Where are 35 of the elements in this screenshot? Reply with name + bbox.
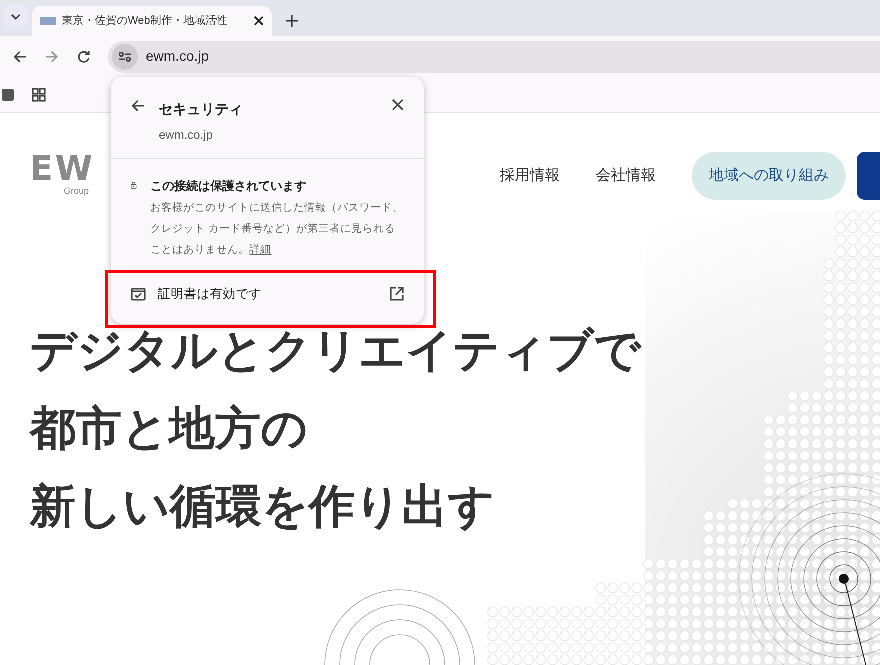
details-link[interactable]: 詳細 [250, 244, 272, 256]
popup-domain: ewm.co.jp [159, 127, 214, 144]
certificate-icon [131, 288, 146, 301]
back-icon[interactable] [131, 99, 145, 113]
address-field[interactable]: ewm.co.jp [146, 46, 210, 67]
connection-heading: この接続は保護されています [150, 178, 308, 195]
browser-tab[interactable]: 東京・佐賀のWeb制作・地域活性 [32, 6, 272, 36]
certificate-row[interactable]: 証明書は有効です [111, 271, 424, 324]
logo-text: EW [30, 153, 95, 186]
reload-icon[interactable] [77, 50, 91, 64]
forward-icon[interactable] [45, 50, 59, 64]
contact-button[interactable] [857, 152, 880, 200]
headline-text: デジタルとクリエイティブで [30, 323, 643, 378]
tab-list-button[interactable] [4, 4, 28, 30]
back-icon[interactable] [13, 50, 27, 64]
square-icon[interactable] [2, 88, 14, 100]
headline-text: 都市と地方の [30, 401, 309, 456]
external-link-icon [390, 287, 404, 302]
new-tab-icon[interactable] [286, 15, 298, 27]
headline-text: 新しい循環を作り出す [30, 479, 496, 534]
popup-title: セキュリティ [159, 100, 244, 119]
nav-link[interactable]: 会社情報 [596, 164, 656, 188]
region-button[interactable]: 地域への取り組み [692, 152, 846, 200]
apps-grid-icon[interactable] [32, 88, 46, 102]
favicon [40, 17, 56, 25]
chevron-down-icon [11, 14, 21, 20]
close-icon[interactable] [392, 99, 404, 111]
site-info-button[interactable] [112, 44, 138, 70]
nav-link[interactable]: 採用情報 [500, 164, 560, 188]
close-icon[interactable] [254, 16, 264, 26]
tab-title: 東京・佐賀のWeb制作・地域活性 [62, 14, 228, 29]
connection-description: お客様がこのサイトに送信した情報（パスワード、クレジット カード番号など）が第三者に見られることはありません。詳細 [150, 201, 404, 258]
certificate-label: 証明書は有効です [158, 286, 263, 303]
tune-icon [119, 52, 131, 62]
logo-subtitle: Group [64, 185, 90, 198]
